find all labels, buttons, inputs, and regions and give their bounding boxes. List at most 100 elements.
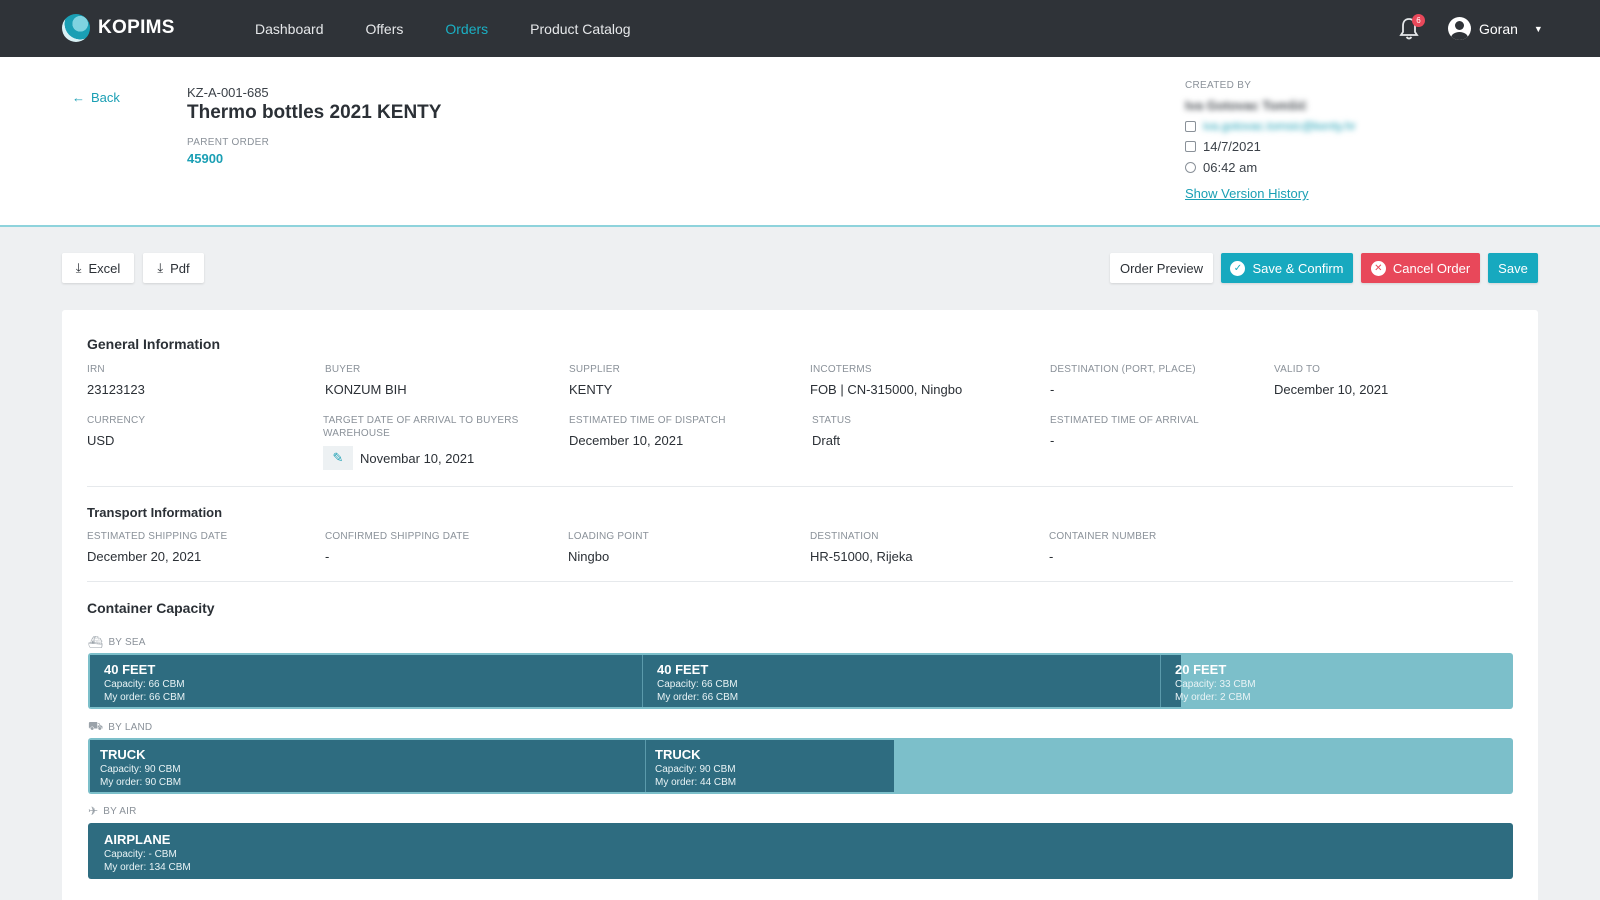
valid-to-value: December 10, 2021 bbox=[1274, 382, 1389, 397]
mail-icon bbox=[1185, 120, 1196, 132]
save-button[interactable]: Save bbox=[1488, 253, 1538, 283]
incoterms-value: FOB | CN-315000, Ningbo bbox=[810, 382, 963, 397]
by-land-text: BY LAND bbox=[108, 721, 153, 733]
container-number-value: - bbox=[1049, 549, 1054, 564]
eta-value: - bbox=[1050, 433, 1055, 448]
buyer-label: BUYER bbox=[325, 364, 361, 375]
container-type: 40 FEET bbox=[657, 662, 709, 677]
esd-value: December 20, 2021 bbox=[87, 549, 202, 564]
field-etd: ESTIMATED TIME OF DISPATCH December 10, … bbox=[569, 414, 726, 448]
field-status: STATUS Draft bbox=[812, 414, 851, 448]
nav-product-catalog[interactable]: Product Catalog bbox=[530, 21, 630, 37]
field-estimated-shipping-date: ESTIMATED SHIPPING DATE December 20, 202… bbox=[87, 530, 227, 564]
by-land-label: ⛟ BY LAND bbox=[88, 719, 152, 735]
valid-to-label: VALID TO bbox=[1274, 364, 1321, 375]
supplier-value: KENTY bbox=[569, 382, 613, 397]
parent-order-link[interactable]: 45900 bbox=[187, 151, 223, 166]
brand-logo[interactable]: KOPIMS bbox=[62, 14, 175, 42]
field-loading-point: LOADING POINT Ningbo bbox=[568, 530, 649, 564]
show-version-history-link[interactable]: Show Version History bbox=[1185, 186, 1545, 201]
transport-destination-value: HR-51000, Rijeka bbox=[810, 549, 913, 564]
ship-icon: ⛴ bbox=[88, 635, 104, 649]
buyer-value: KONZUM BIH bbox=[325, 382, 407, 397]
order-code: KZ-A-001-685 bbox=[187, 85, 269, 100]
created-date-row: 14/7/2021 bbox=[1185, 139, 1545, 154]
user-menu[interactable]: Goran ▼ bbox=[1448, 17, 1543, 40]
by-air-text: BY AIR bbox=[103, 805, 137, 817]
top-navigation: KOPIMS Dashboard Offers Orders Product C… bbox=[0, 0, 1600, 57]
loading-point-label: LOADING POINT bbox=[568, 531, 649, 542]
container-capacity: Capacity: 66 CBM bbox=[104, 679, 185, 690]
order-details-card: General Information IRN 23123123 BUYER K… bbox=[62, 310, 1538, 900]
container-my-order: My order: 66 CBM bbox=[104, 692, 186, 703]
status-value: Draft bbox=[812, 433, 841, 448]
etd-value: December 10, 2021 bbox=[569, 433, 684, 448]
irn-value: 23123123 bbox=[87, 382, 145, 397]
export-pdf-button[interactable]: ⤓ Pdf bbox=[143, 253, 204, 283]
avatar-icon bbox=[1448, 17, 1471, 40]
container-capacity-title: Container Capacity bbox=[87, 600, 215, 616]
by-sea-text: BY SEA bbox=[108, 636, 146, 648]
divider bbox=[87, 581, 1513, 582]
container-my-order: My order: 90 CBM bbox=[100, 777, 182, 788]
field-irn: IRN 23123123 bbox=[87, 363, 145, 397]
created-by-name: Iva Gotovac Tomšić bbox=[1185, 98, 1307, 113]
created-date: 14/7/2021 bbox=[1203, 139, 1261, 154]
chevron-down-icon: ▼ bbox=[1533, 23, 1543, 34]
airplane-icon: ✈ bbox=[88, 804, 99, 818]
container-capacity: Capacity: - CBM bbox=[104, 849, 177, 860]
csd-label: CONFIRMED SHIPPING DATE bbox=[325, 531, 470, 542]
container-segment[interactable]: 20 FEET Capacity: 33 CBM My order: 2 CBM bbox=[1161, 655, 1511, 707]
target-date-row: ✎ Novembar 10, 2021 bbox=[323, 446, 533, 470]
main-nav: Dashboard Offers Orders Product Catalog bbox=[255, 0, 673, 57]
nav-orders[interactable]: Orders bbox=[445, 21, 488, 37]
download-icon: ⤓ bbox=[75, 260, 82, 275]
parent-order-label: PARENT ORDER bbox=[187, 137, 270, 148]
back-button[interactable]: ← Back bbox=[72, 90, 120, 105]
container-my-order: My order: 44 CBM bbox=[655, 777, 737, 788]
container-type: 20 FEET bbox=[1175, 662, 1227, 677]
truck-icon: ⛟ bbox=[88, 719, 104, 733]
status-label: STATUS bbox=[812, 415, 852, 426]
field-incoterms: INCOTERMS FOB | CN-315000, Ningbo bbox=[810, 363, 962, 397]
incoterms-label: INCOTERMS bbox=[810, 364, 872, 375]
field-transport-destination: DESTINATION HR-51000, Rijeka bbox=[810, 530, 913, 564]
container-segment[interactable]: AIRPLANE Capacity: - CBM My order: 134 C… bbox=[90, 825, 1511, 877]
order-preview-button[interactable]: Order Preview bbox=[1110, 253, 1213, 283]
container-segment[interactable]: 40 FEET Capacity: 66 CBM My order: 66 CB… bbox=[643, 655, 1161, 707]
user-name: Goran bbox=[1479, 20, 1518, 37]
save-confirm-button[interactable]: ✓ Save & Confirm bbox=[1221, 253, 1353, 283]
nav-offers[interactable]: Offers bbox=[366, 21, 404, 37]
nav-dashboard[interactable]: Dashboard bbox=[255, 21, 324, 37]
edit-icon[interactable]: ✎ bbox=[323, 446, 353, 470]
check-circle-icon: ✓ bbox=[1230, 260, 1246, 276]
created-by-panel: CREATED BY Iva Gotovac Tomšić iva.gotova… bbox=[1185, 80, 1545, 201]
loading-point-value: Ningbo bbox=[568, 549, 610, 564]
clock-icon bbox=[1185, 162, 1196, 173]
container-segment[interactable]: 40 FEET Capacity: 66 CBM My order: 66 CB… bbox=[90, 655, 643, 707]
field-confirmed-shipping-date: CONFIRMED SHIPPING DATE - bbox=[325, 530, 469, 564]
created-email-row: iva.gotovac.tomsic@kenty.hr bbox=[1185, 119, 1545, 133]
currency-label: CURRENCY bbox=[87, 415, 146, 426]
arrow-left-icon: ← bbox=[72, 90, 85, 105]
destination-label: DESTINATION (PORT, PLACE) bbox=[1050, 364, 1196, 375]
calendar-icon bbox=[1185, 141, 1196, 152]
container-capacity: Capacity: 33 CBM bbox=[1175, 679, 1256, 690]
brand-name: KOPIMS bbox=[98, 17, 175, 38]
back-label: Back bbox=[91, 90, 120, 105]
created-time: 06:42 am bbox=[1203, 160, 1258, 175]
cancel-order-button[interactable]: ✕ Cancel Order bbox=[1361, 253, 1480, 283]
container-segment[interactable]: TRUCK Capacity: 90 CBM My order: 44 CBM bbox=[646, 740, 894, 792]
land-capacity-bar: TRUCK Capacity: 90 CBM My order: 90 CBM … bbox=[88, 738, 1513, 794]
container-capacity: Capacity: 90 CBM bbox=[655, 764, 736, 775]
container-capacity: Capacity: 66 CBM bbox=[657, 679, 738, 690]
container-type: 40 FEET bbox=[104, 662, 156, 677]
container-segment[interactable]: TRUCK Capacity: 90 CBM My order: 90 CBM bbox=[90, 740, 646, 792]
created-by-email[interactable]: iva.gotovac.tomsic@kenty.hr bbox=[1203, 119, 1356, 133]
destination-value: - bbox=[1050, 382, 1055, 397]
sea-capacity-bar: 40 FEET Capacity: 66 CBM My order: 66 CB… bbox=[88, 653, 1513, 709]
export-excel-button[interactable]: ⤓ Excel bbox=[62, 253, 134, 283]
transport-destination-label: DESTINATION bbox=[810, 531, 879, 542]
container-type: TRUCK bbox=[100, 747, 146, 762]
target-date-value: Novembar 10, 2021 bbox=[360, 450, 475, 466]
